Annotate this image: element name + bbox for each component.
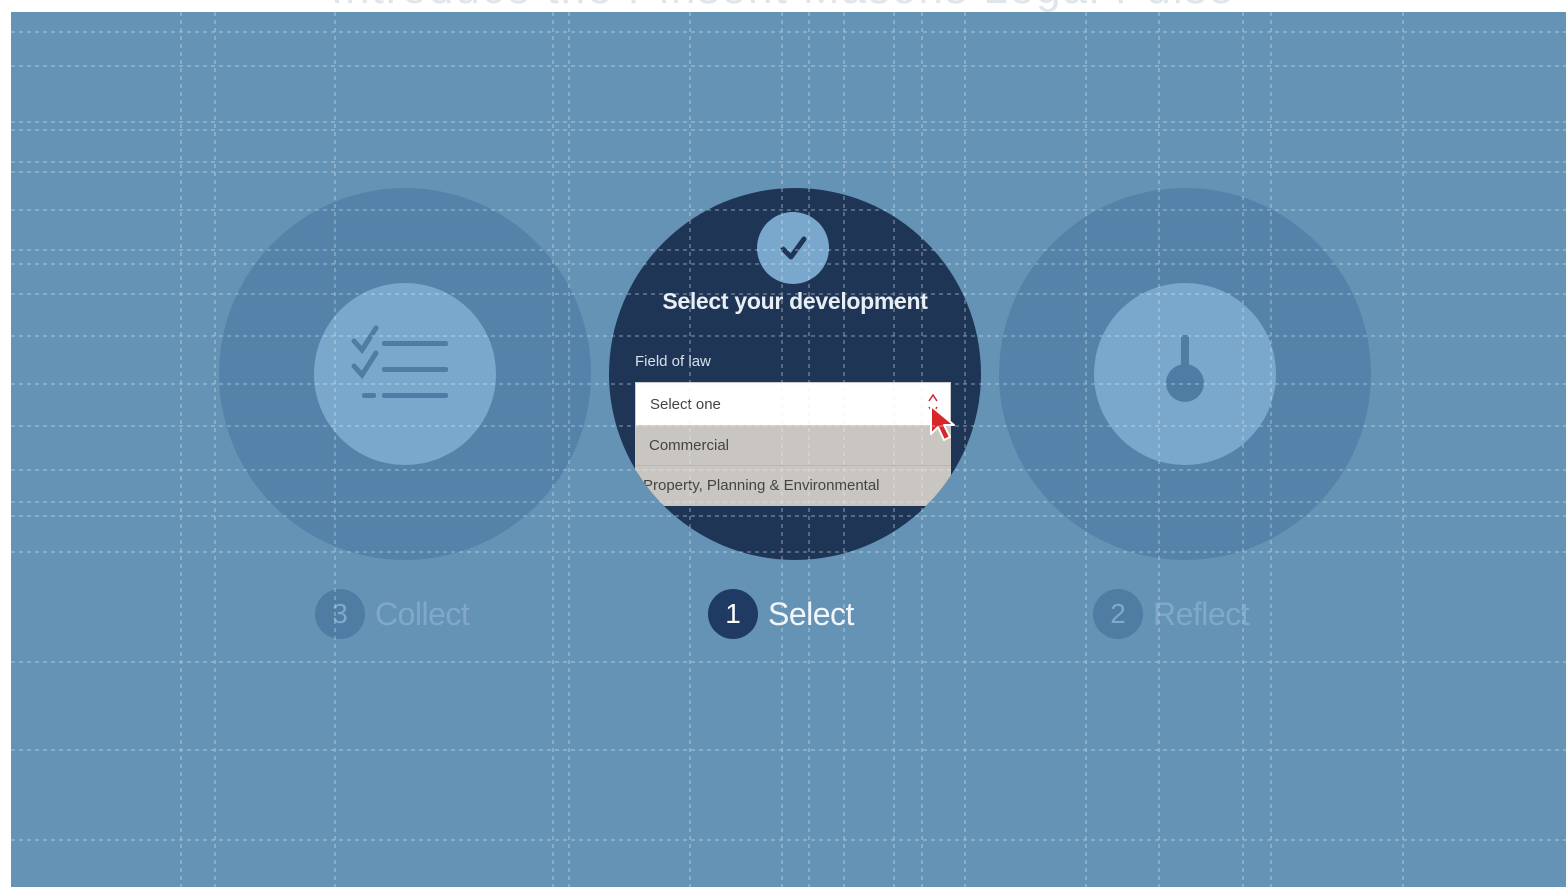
panel-title: Select your development — [662, 288, 928, 314]
step-collect-label: Collect — [375, 595, 470, 632]
step-reflect-number: 2 — [1093, 589, 1143, 639]
collect-inner-disc — [314, 283, 496, 465]
step-collect-number: 3 — [315, 589, 365, 639]
select-disc: Select your development Field of law Sel… — [609, 188, 981, 560]
step-select[interactable]: 1 Select — [708, 588, 854, 640]
check-icon — [780, 236, 807, 260]
slide-title: Introduce the Pinsent Masons Legal Pulse — [0, 0, 1566, 12]
field-of-law-label: Field of law — [635, 353, 711, 370]
checklist-icon — [351, 325, 448, 398]
step-reflect[interactable]: 2 Reflect — [1093, 588, 1250, 640]
step-select-number: 1 — [708, 589, 758, 639]
option-commercial[interactable]: Commercial — [635, 426, 951, 466]
check-badge — [757, 212, 829, 284]
reflect-disc — [999, 188, 1371, 560]
pointer-cursor-icon — [930, 405, 955, 441]
field-of-law-select[interactable]: Select one — [635, 382, 951, 426]
select-value: Select one — [650, 396, 721, 413]
option-property[interactable]: Property, Planning & Environmental — [635, 466, 951, 506]
collect-disc — [219, 188, 591, 560]
step-select-label: Select — [768, 595, 854, 632]
reflect-inner-disc — [1094, 283, 1276, 465]
gauge-icon — [1166, 335, 1204, 402]
step-collect[interactable]: 3 Collect — [315, 588, 470, 640]
slide-canvas: Select your development Field of law Sel… — [11, 12, 1566, 887]
step-reflect-label: Reflect — [1153, 595, 1250, 632]
